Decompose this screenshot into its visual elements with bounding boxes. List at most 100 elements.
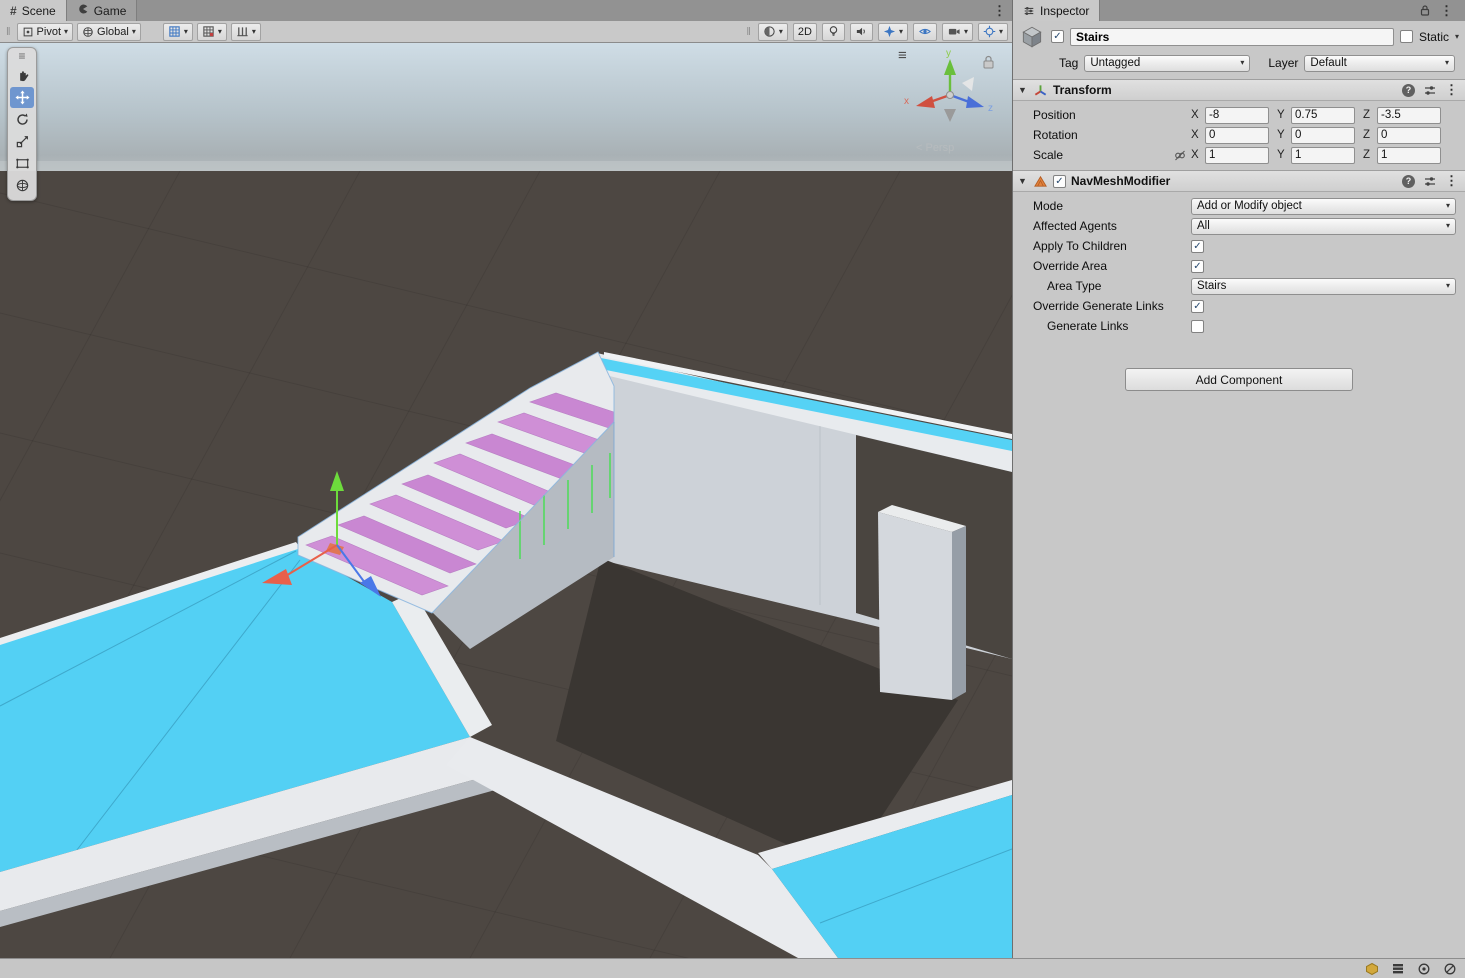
rotation-y-field[interactable] <box>1291 127 1355 144</box>
audio-toggle[interactable] <box>850 23 873 41</box>
persp-label[interactable]: < Persp <box>916 142 954 154</box>
gizmos-toggle[interactable]: ▾ <box>978 23 1008 41</box>
transform-tool-button[interactable] <box>10 175 34 196</box>
affected-agents-dropdown-arrow: ▾ <box>1446 222 1450 230</box>
shading-mode-button[interactable]: ▾ <box>758 23 788 41</box>
navmeshmodifier-foldout[interactable]: ▼ <box>1018 176 1028 186</box>
effects-toggle[interactable]: ▾ <box>878 23 908 41</box>
rect-tool-button[interactable] <box>10 153 34 174</box>
lock-icon[interactable] <box>1419 4 1431 17</box>
scene-visibility-toggle[interactable] <box>913 23 937 41</box>
affected-agents-dropdown[interactable]: All ▾ <box>1191 218 1456 235</box>
navmeshmodifier-body: Mode Add or Modify object ▾ Affected Age… <box>1013 192 1465 341</box>
scale-link-icon[interactable] <box>1173 149 1187 162</box>
activity-circle-icon[interactable] <box>1417 962 1431 976</box>
static-checkbox[interactable] <box>1400 30 1413 43</box>
eye-icon <box>918 25 932 38</box>
gameobject-name-field[interactable] <box>1070 28 1394 46</box>
rotation-z-field[interactable] <box>1377 127 1441 144</box>
view-tool-button[interactable] <box>10 65 34 86</box>
move-tool-button[interactable] <box>10 87 34 108</box>
apply-to-children-label: Apply To Children <box>1033 239 1191 253</box>
override-area-checkbox[interactable]: ✓ <box>1191 260 1204 273</box>
gameobject-enabled-checkbox[interactable]: ✓ <box>1051 30 1064 43</box>
transform-menu-icon[interactable]: ⋮ <box>1445 82 1458 98</box>
rotation-label: Rotation <box>1033 128 1191 142</box>
position-y-field[interactable] <box>1291 107 1355 124</box>
navmeshmodifier-presets-icon[interactable] <box>1423 175 1437 188</box>
scene-pane-menu-icon[interactable]: ⋮ <box>993 3 1006 19</box>
mode-label: Mode <box>1033 199 1191 213</box>
position-x-field[interactable] <box>1205 107 1269 124</box>
tab-scene[interactable]: # Scene <box>0 0 67 21</box>
2d-toggle[interactable]: 2D <box>793 23 817 41</box>
layers-activity-icon[interactable] <box>1391 962 1405 975</box>
pivot-button[interactable]: Pivot ▾ <box>17 23 73 41</box>
navmeshmodifier-menu-icon[interactable]: ⋮ <box>1445 173 1458 189</box>
toolbar-drag-handle[interactable]: ‖ <box>6 26 11 38</box>
inspector-tab-label: Inspector <box>1040 4 1089 18</box>
camera-settings-button[interactable]: ▾ <box>942 23 973 41</box>
override-area-row: Override Area ✓ <box>1013 256 1460 276</box>
inspector-pane: Inspector ⋮ ✓ Static ▾ Tag Untagged ▾ <box>1012 0 1465 958</box>
rotation-row: Rotation X Y Z <box>1013 125 1460 145</box>
sky <box>0 43 1012 175</box>
navmeshmodifier-header[interactable]: ▼ ✓ NavMeshModifier ? ⋮ <box>1013 170 1465 192</box>
unity-editor-window: # Scene Game ⋮ ‖ Pivot ▾ Global ▾ <box>0 0 1465 978</box>
move-icon <box>15 90 30 105</box>
scale-y-field[interactable] <box>1291 147 1355 164</box>
override-generate-links-checkbox[interactable]: ✓ <box>1191 300 1204 313</box>
axis-z-label: z <box>988 103 993 114</box>
rotate-tool-button[interactable] <box>10 109 34 130</box>
rotation-z-label: Z <box>1363 129 1377 141</box>
lighting-toggle[interactable] <box>822 23 845 41</box>
transform-help-icon[interactable]: ? <box>1402 84 1415 97</box>
tool-strip-handle[interactable]: ≡ <box>10 50 34 64</box>
transform-component-icon <box>1033 83 1048 98</box>
area-type-dropdown[interactable]: Stairs ▾ <box>1191 278 1456 295</box>
scene-viewport[interactable]: y x z < Persp ≡ <box>0 43 1012 958</box>
tab-inspector[interactable]: Inspector <box>1013 0 1100 21</box>
scale-tool-button[interactable] <box>10 131 34 152</box>
area-type-row: Area Type Stairs ▾ <box>1013 276 1460 296</box>
scale-x-field[interactable] <box>1205 147 1269 164</box>
snap-increment-button[interactable]: ▾ <box>231 23 261 41</box>
navmeshmodifier-component-icon <box>1033 174 1048 189</box>
position-z-field[interactable] <box>1377 107 1441 124</box>
axis-center[interactable] <box>947 92 954 99</box>
scale-x-label: X <box>1191 149 1205 161</box>
transform-foldout[interactable]: ▼ <box>1018 85 1028 95</box>
toolbar-right-drag-handle[interactable]: ‖ <box>746 26 751 38</box>
scale-z-field[interactable] <box>1377 147 1441 164</box>
static-dropdown-arrow[interactable]: ▾ <box>1455 33 1459 41</box>
navmeshmodifier-enabled-checkbox[interactable]: ✓ <box>1053 175 1066 188</box>
mode-dropdown[interactable]: Add or Modify object ▾ <box>1191 198 1456 215</box>
scale-row: Scale X Y Z <box>1013 145 1460 165</box>
tool-strip: ≡ <box>7 47 37 201</box>
mode-row: Mode Add or Modify object ▾ <box>1013 196 1460 216</box>
static-label: Static <box>1419 30 1449 44</box>
position-label: Position <box>1033 108 1191 122</box>
add-component-button[interactable]: Add Component <box>1125 368 1353 391</box>
inspector-menu-icon[interactable]: ⋮ <box>1440 3 1453 19</box>
transform-header[interactable]: ▼ Transform ? ⋮ <box>1013 79 1465 101</box>
scale-label: Scale <box>1033 148 1173 162</box>
affected-agents-value: All <box>1197 220 1210 232</box>
scene-tab-label: Scene <box>22 4 56 18</box>
generate-links-checkbox[interactable] <box>1191 320 1204 333</box>
navmeshmodifier-help-icon[interactable]: ? <box>1402 175 1415 188</box>
apply-to-children-checkbox[interactable]: ✓ <box>1191 240 1204 253</box>
viewport-overlay-menu-icon[interactable]: ≡ <box>898 47 907 64</box>
layer-dropdown[interactable]: Default ▾ <box>1304 55 1455 72</box>
transform-presets-icon[interactable] <box>1423 84 1437 97</box>
position-x-label: X <box>1191 109 1205 121</box>
grid-visual-button[interactable]: ▾ <box>197 23 227 41</box>
progress-slash-icon[interactable] <box>1443 962 1457 976</box>
tab-game[interactable]: Game <box>67 0 138 21</box>
global-button[interactable]: Global ▾ <box>77 23 141 41</box>
lighting-bake-icon[interactable] <box>1365 962 1379 976</box>
grid-snap-toggle[interactable]: ▾ <box>163 23 193 41</box>
shading-dropdown-arrow: ▾ <box>779 28 783 36</box>
tag-dropdown[interactable]: Untagged ▾ <box>1084 55 1250 72</box>
rotation-x-field[interactable] <box>1205 127 1269 144</box>
